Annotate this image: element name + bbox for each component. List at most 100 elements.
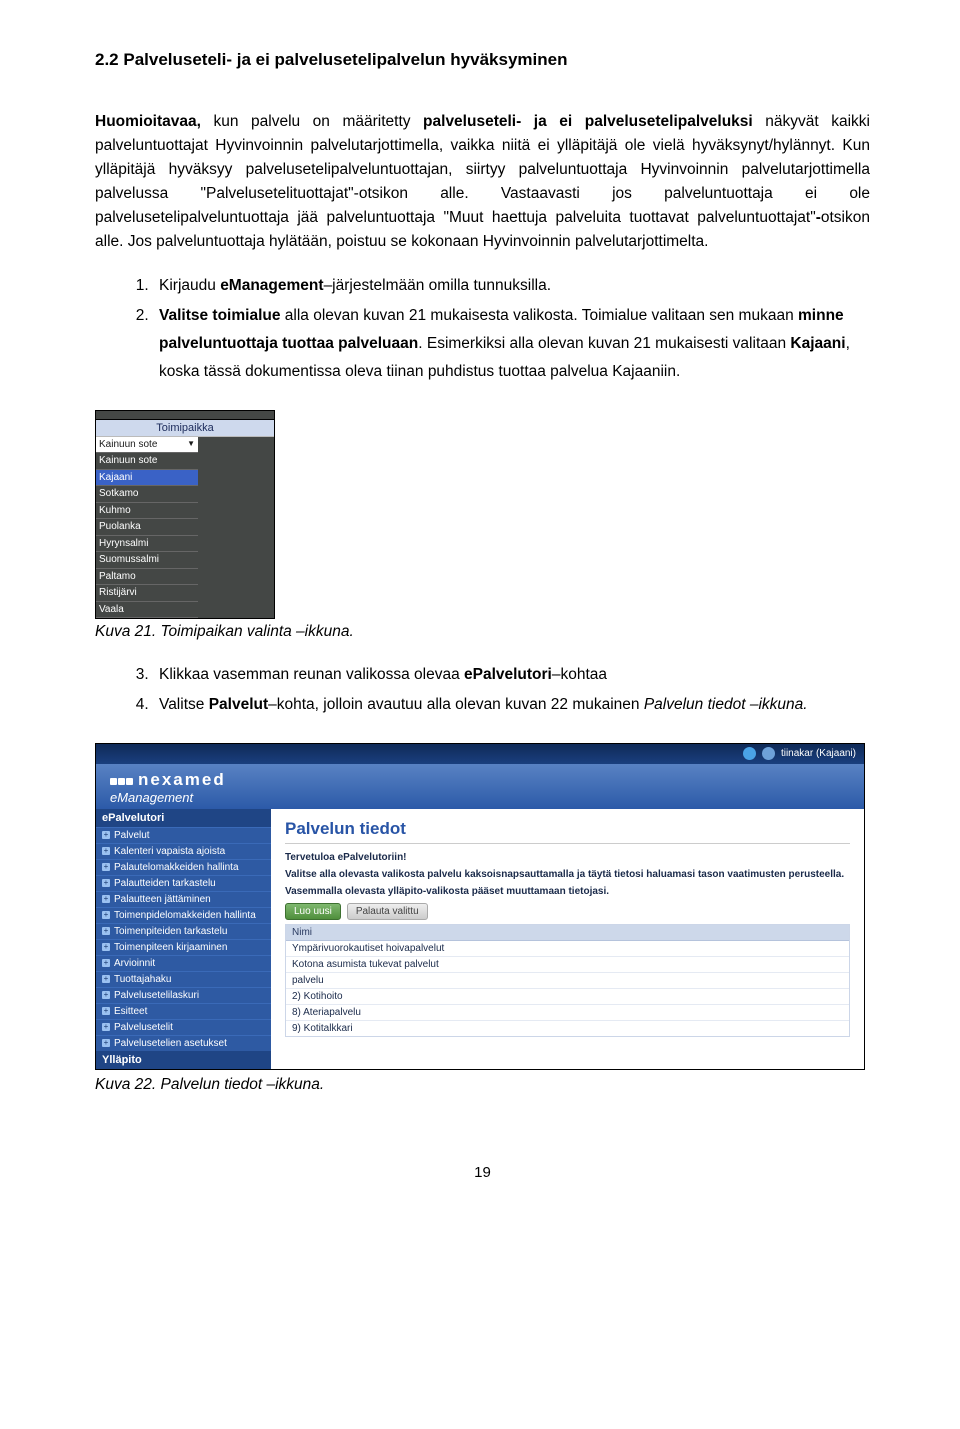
content-welcome: Tervetuloa ePalvelutoriin! (285, 852, 850, 863)
sidebar-item[interactable]: + Palvelusetelilaskuri (96, 987, 271, 1003)
fig21-dropdown-list[interactable]: Kainuun sote ▼ Kainuun sote Kajaani Sotk… (96, 437, 198, 619)
help-icon[interactable] (743, 747, 756, 760)
step-4-bold: Palvelut (209, 696, 268, 713)
user-icon[interactable] (762, 747, 775, 760)
steps-list-2: Klikkaa vasemman reunan valikossa olevaa… (95, 661, 870, 719)
fig21-option[interactable]: Ristijärvi (96, 585, 198, 602)
plus-icon: + (102, 831, 110, 839)
sidebar-item[interactable]: + Palautteiden tarkastelu (96, 875, 271, 891)
step-1: Kirjaudu eManagement–järjestelmään omill… (153, 272, 870, 300)
content-title: Palvelun tiedot (271, 809, 864, 843)
sidebar-item[interactable]: +Toimenpiteen kirjaaminen (96, 939, 271, 955)
page-number: 19 (95, 1164, 870, 1181)
step-2-bold-a: Valitse toimialue (159, 307, 280, 324)
steps-list-1: Kirjaudu eManagement–järjestelmään omill… (95, 272, 870, 386)
fig21-option[interactable]: Kainuun sote (96, 453, 198, 470)
sidebar-item-label: Toimenpidelomakkeiden hallinta (114, 910, 256, 921)
table-row[interactable]: 2) Kotihoito (286, 989, 849, 1005)
new-button[interactable]: Luo uusi (285, 903, 341, 920)
brand-logo: nexamed (110, 770, 850, 790)
sidebar-item-label: Tuottajahaku (114, 974, 171, 985)
content-desc2: Vasemmalla olevasta ylläpito-valikosta p… (285, 886, 850, 897)
sidebar-item[interactable]: +Palautelomakkeiden hallinta (96, 859, 271, 875)
sidebar-item-label: Palautteen jättäminen (114, 894, 211, 905)
paragraph-intro: Huomioitavaa, kun palvelu on määritetty … (95, 110, 870, 254)
step-1-text-a: Kirjaudu (159, 277, 220, 294)
plus-icon: + (102, 879, 110, 887)
content-desc1: Valitse alla olevasta valikosta palvelu … (285, 869, 850, 880)
fig21-option[interactable]: Puolanka (96, 519, 198, 536)
sidebar-item-label: Palvelusetelilaskuri (114, 990, 199, 1001)
fig21-option[interactable]: Hyrynsalmi (96, 536, 198, 553)
table-row[interactable]: palvelu (286, 973, 849, 989)
plus-icon: + (102, 895, 110, 903)
plus-icon: + (102, 863, 110, 871)
step-2-text-b: alla olevan kuvan 21 mukaisesta valikost… (280, 307, 798, 324)
step-4: Valitse Palvelut–kohta, jolloin avautuu … (153, 691, 870, 719)
sidebar-item-label: Palvelusetelit (114, 1022, 173, 1033)
services-table: Nimi Ympärivuorokautiset hoivapalvelut K… (285, 924, 850, 1037)
fig22-user-label: tiinakar (Kajaani) (781, 748, 856, 759)
table-row[interactable]: 9) Kotitalkkari (286, 1021, 849, 1036)
sidebar-item-label: Esitteet (114, 1006, 147, 1017)
step-2-text-d: . Esimerkiksi alla olevan kuvan 21 mukai… (418, 335, 790, 352)
fig21-option[interactable]: Sotkamo (96, 486, 198, 503)
fig21-option[interactable]: Suomussalmi (96, 552, 198, 569)
plus-icon: + (102, 911, 110, 919)
plus-icon: + (102, 1039, 110, 1047)
fig21-fill (198, 437, 274, 619)
step-2: Valitse toimialue alla olevan kuvan 21 m… (153, 302, 870, 386)
sidebar-header-epalvelutori[interactable]: ePalvelutori (96, 809, 271, 827)
figure-21: Toimipaikka Kainuun sote ▼ Kainuun sote … (95, 410, 870, 620)
fig22-topbar: tiinakar (Kajaani) (96, 744, 864, 764)
plus-icon: + (102, 847, 110, 855)
sidebar-item[interactable]: + Toimenpiteiden tarkastelu (96, 923, 271, 939)
chevron-down-icon[interactable]: ▼ (187, 439, 195, 450)
figure-22-caption: Kuva 22. Palvelun tiedot –ikkuna. (95, 1076, 870, 1094)
step-3-text-a: Klikkaa vasemman reunan valikossa olevaa (159, 666, 464, 683)
sidebar-item-label: Palvelusetelien asetukset (114, 1038, 227, 1049)
section-heading: 2.2 Palveluseteli- ja ei palvelusetelipa… (95, 50, 870, 70)
figure-22: tiinakar (Kajaani) nexamed eManagement e… (95, 743, 870, 1070)
sidebar-item-palvelut[interactable]: +Palvelut (96, 827, 271, 843)
sidebar-item[interactable]: + Palvelusetelien asetukset (96, 1035, 271, 1051)
figure-21-caption: Kuva 21. Toimipaikan valinta –ikkuna. (95, 623, 870, 641)
sidebar-item[interactable]: + Palvelusetelit (96, 1019, 271, 1035)
table-header: Nimi (286, 925, 849, 941)
plus-icon: + (102, 927, 110, 935)
table-row[interactable]: 8) Ateriapalvelu (286, 1005, 849, 1021)
sidebar-item[interactable]: +Kalenteri vapaista ajoista (96, 843, 271, 859)
fig21-header: Toimipaikka (96, 420, 274, 437)
sidebar-item[interactable]: + Toimenpidelomakkeiden hallinta (96, 907, 271, 923)
table-row[interactable]: Ympärivuorokautiset hoivapalvelut (286, 941, 849, 957)
plus-icon: + (102, 1023, 110, 1031)
fig22-content: Palvelun tiedot Tervetuloa ePalvelutorii… (271, 809, 864, 1069)
reset-button[interactable]: Palauta valittu (347, 903, 428, 920)
sidebar-item-label: Palautteiden tarkastelu (114, 878, 216, 889)
step-3-text-c: –kohtaa (552, 666, 607, 683)
step-4-text-c: –kohta, jolloin avautuu alla olevan kuva… (268, 696, 644, 713)
table-row[interactable]: Kotona asumista tukevat palvelut (286, 957, 849, 973)
sidebar-item-label: Toimenpiteen kirjaaminen (114, 942, 227, 953)
sidebar-item-label: Toimenpiteiden tarkastelu (114, 926, 227, 937)
fig21-selected[interactable]: Kainuun sote ▼ (96, 437, 198, 454)
fig21-option-highlighted[interactable]: Kajaani (96, 470, 198, 487)
sidebar-item[interactable]: + Palautteen jättäminen (96, 891, 271, 907)
fig21-option[interactable]: Vaala (96, 602, 198, 619)
sidebar-item[interactable]: +Arvioinnit (96, 955, 271, 971)
fig22-sidebar: ePalvelutori +Palvelut +Kalenteri vapais… (96, 809, 271, 1069)
plus-icon: + (102, 991, 110, 999)
sidebar-item[interactable]: + Esitteet (96, 1003, 271, 1019)
step-2-bold-e: Kajaani (790, 335, 845, 352)
fig21-option[interactable]: Paltamo (96, 569, 198, 586)
fig21-selected-text: Kainuun sote (99, 438, 157, 452)
step-4-italic: Palvelun tiedot –ikkuna. (644, 696, 808, 713)
step-1-text-c: –järjestelmään omilla tunnuksilla. (324, 277, 551, 294)
brand-subtext: eManagement (110, 790, 850, 805)
sidebar-item[interactable]: +Tuottajahaku (96, 971, 271, 987)
fig21-option[interactable]: Kuhmo (96, 503, 198, 520)
sidebar-header-yllapito[interactable]: Ylläpito (96, 1051, 271, 1069)
step-3-bold: ePalvelutori (464, 666, 552, 683)
brand-text: nexamed (138, 770, 226, 790)
plus-icon: + (102, 1007, 110, 1015)
